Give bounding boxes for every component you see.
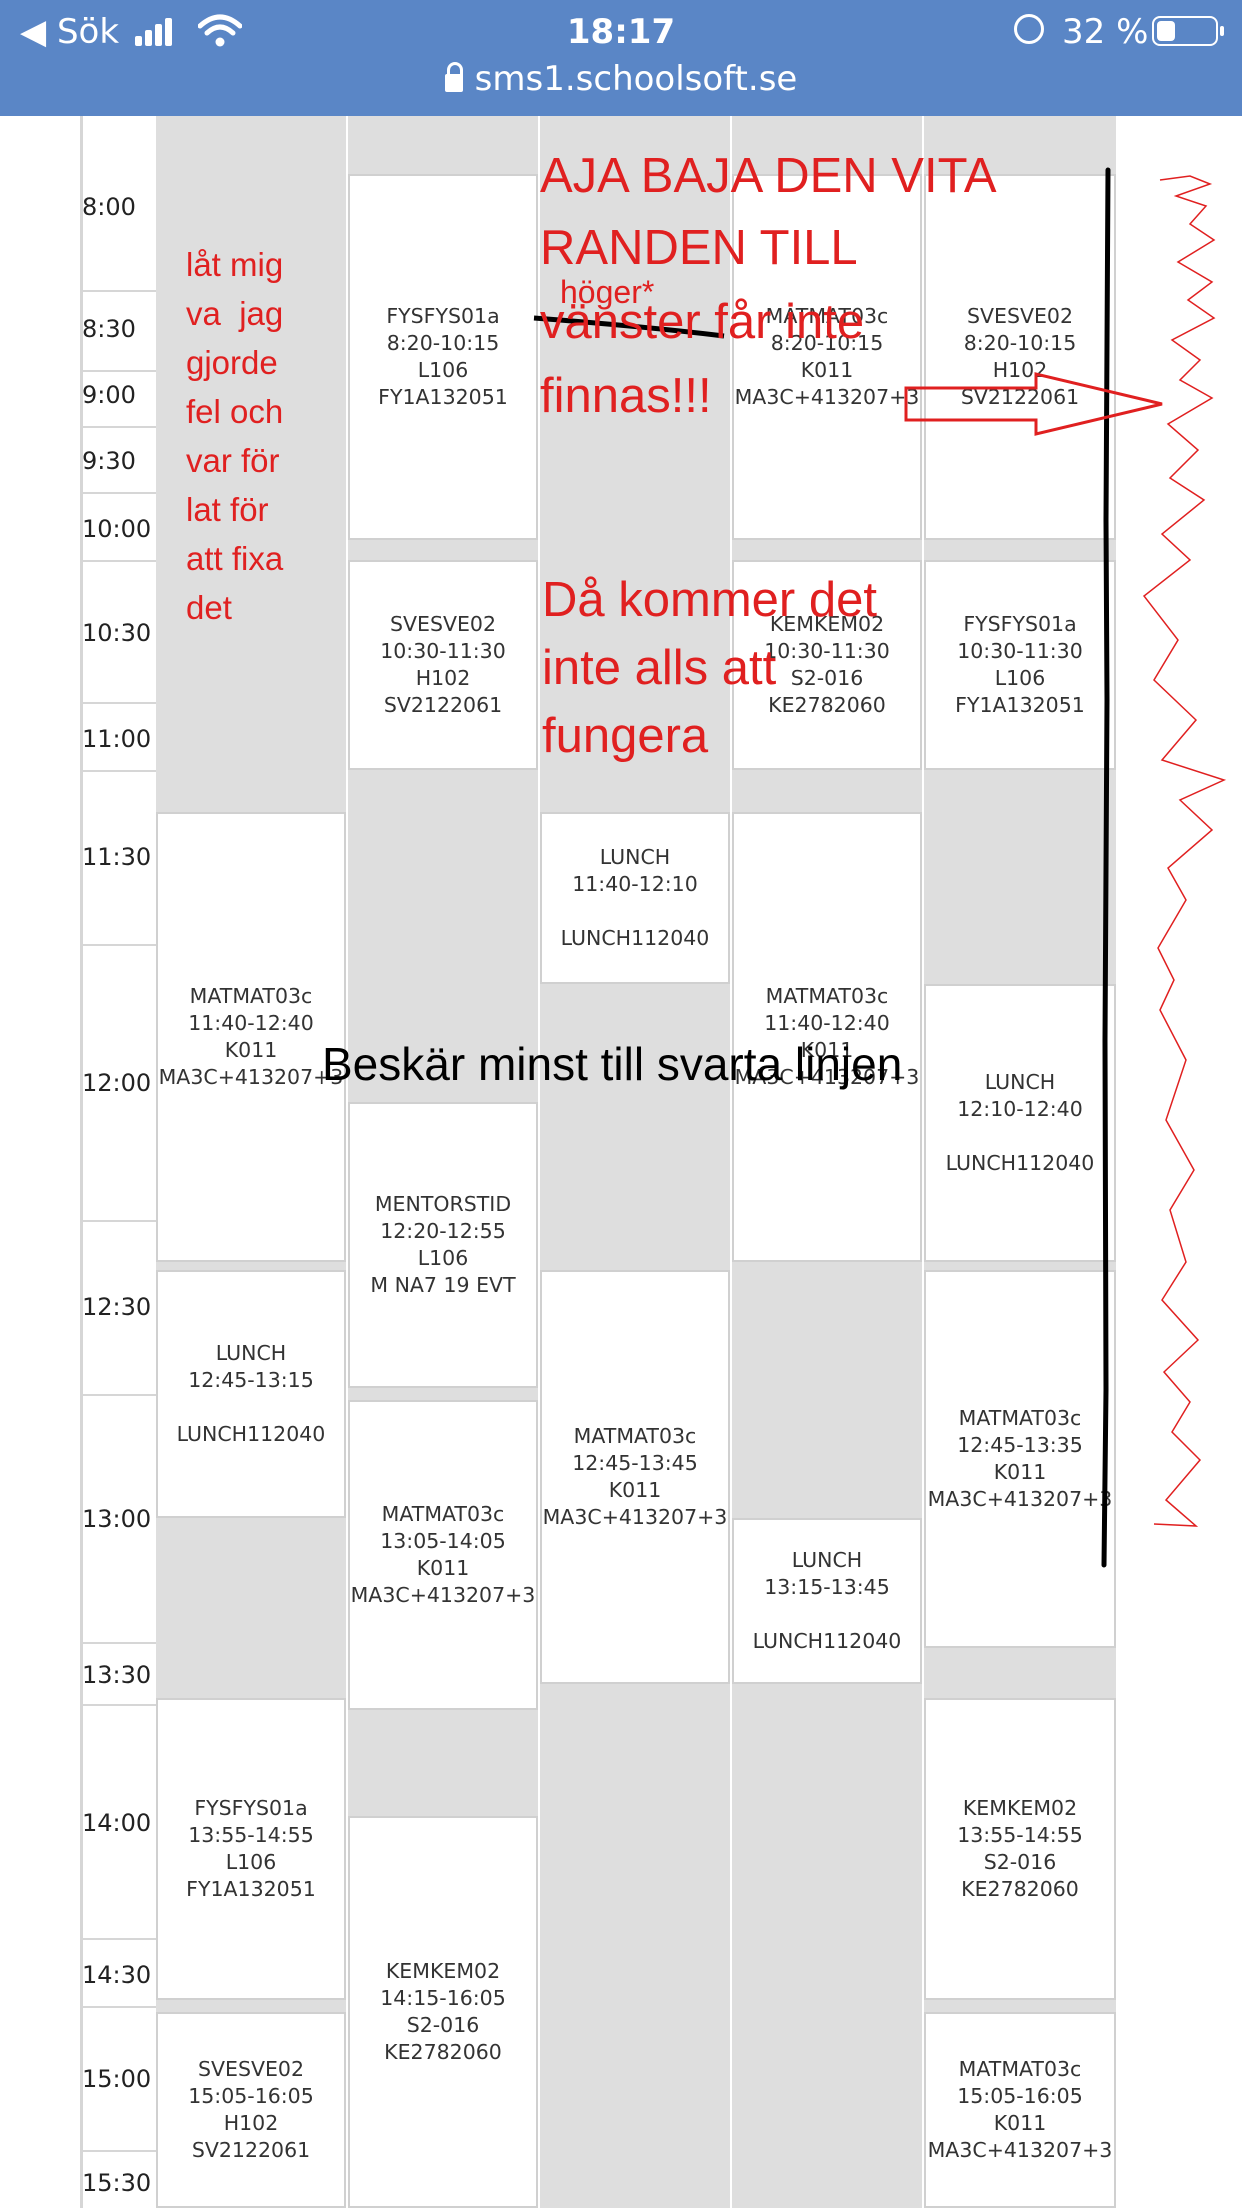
apology-note: låt mig va jag gjorde fel och var för la… (186, 246, 284, 626)
struck-word: vänster (540, 295, 701, 349)
arrow-icon (904, 372, 1163, 436)
scribble-line (1142, 175, 1227, 1527)
crop-line (1101, 167, 1111, 1568)
headline-line-3: vänster får inte (540, 290, 864, 354)
headline-line-4: finnas!!! (540, 369, 712, 423)
headline-note: AJA BAJA DEN VITA RANDEN TILL (540, 149, 997, 275)
headline-tail: får inte (700, 295, 865, 349)
warning-note: Då kommer det inte alls att fungera (542, 573, 877, 763)
crop-note: Beskär minst till svarta linjen (322, 1038, 903, 1090)
